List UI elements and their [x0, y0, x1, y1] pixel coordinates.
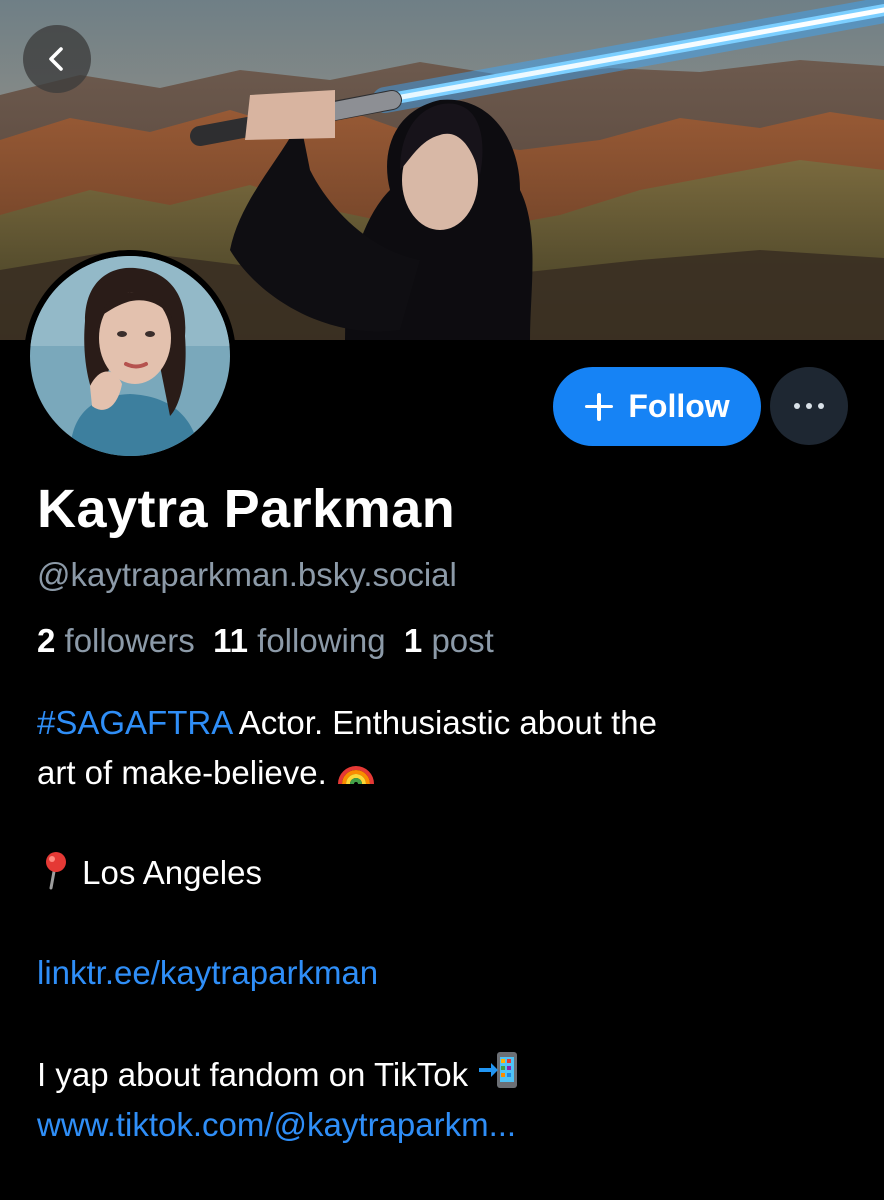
- rainbow-emoji: [337, 766, 374, 785]
- avatar-container[interactable]: [24, 250, 236, 462]
- hashtag-link[interactable]: #SAGAFTRA: [37, 704, 231, 741]
- mobile-phone-arrow-emoji: [479, 1052, 518, 1088]
- bio-tiktok-link-line: www.tiktok.com/@kaytraparkm...: [37, 1100, 857, 1150]
- ellipsis-icon-dot: [818, 403, 824, 409]
- bio-location: Los Angeles: [37, 848, 857, 898]
- followers-label: followers: [64, 622, 195, 659]
- display-name: Kaytra Parkman: [37, 479, 456, 539]
- posts-count: 1: [403, 622, 423, 659]
- chevron-left-icon: [49, 47, 63, 71]
- followers-stat[interactable]: 2 followers: [37, 622, 195, 659]
- back-button[interactable]: [23, 25, 91, 93]
- avatar: [30, 256, 230, 456]
- profile-stats: 2 followers 11 following 1 post: [37, 622, 494, 660]
- bio-tiktok-line: I yap about fandom on TikTok: [37, 1048, 857, 1100]
- bio-line-2: art of make-believe.: [37, 748, 857, 798]
- ellipsis-icon: [794, 403, 800, 409]
- posts-stat: 1 post: [404, 622, 494, 659]
- bio-text-1: Actor. Enthusiastic about the: [231, 704, 657, 741]
- ellipsis-icon-dot: [806, 403, 812, 409]
- avatar-image: [30, 256, 230, 456]
- round-pushpin-emoji: [46, 852, 66, 890]
- bio-text-2: art of make-believe.: [37, 754, 327, 791]
- following-count: 11: [213, 622, 248, 659]
- plus-icon: [584, 392, 614, 422]
- location-text: Los Angeles: [82, 854, 262, 891]
- bio-line-1: #SAGAFTRA Actor. Enthusiastic about the: [37, 698, 857, 748]
- linktree-link[interactable]: linktr.ee/kaytraparkman: [37, 954, 378, 991]
- follow-label: Follow: [628, 388, 730, 424]
- handle: @kaytraparkman.bsky.social: [37, 556, 457, 593]
- more-options-button[interactable]: [770, 367, 848, 445]
- profile-bio: #SAGAFTRA Actor. Enthusiastic about the …: [37, 698, 857, 1150]
- tiktok-link[interactable]: www.tiktok.com/@kaytraparkm...: [37, 1106, 516, 1143]
- posts-label: post: [431, 622, 494, 659]
- following-stat[interactable]: 11 following: [213, 622, 385, 659]
- following-label: following: [257, 622, 386, 659]
- follow-button[interactable]: Follow: [553, 367, 761, 446]
- bio-link-line: linktr.ee/kaytraparkman: [37, 948, 857, 998]
- followers-count: 2: [37, 622, 56, 659]
- tiktok-text: I yap about fandom on TikTok: [37, 1056, 469, 1093]
